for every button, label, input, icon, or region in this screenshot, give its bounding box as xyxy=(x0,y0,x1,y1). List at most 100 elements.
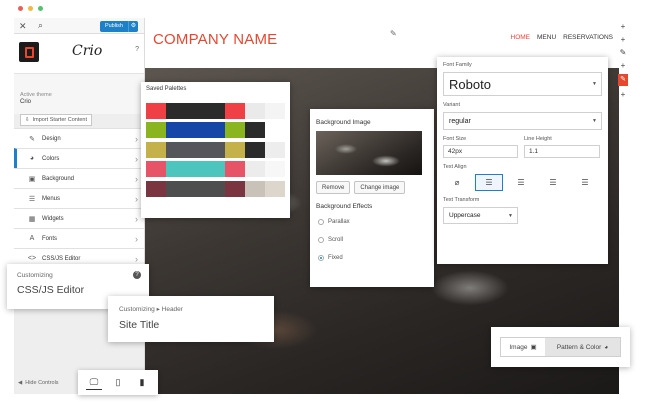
palette-row[interactable] xyxy=(146,122,286,138)
publish-button[interactable]: Publish ⚙ xyxy=(99,21,138,32)
font-size-group: Font Size 42px xyxy=(443,136,518,158)
color-swatch xyxy=(265,161,286,177)
color-swatch xyxy=(265,122,286,138)
site-title[interactable]: COMPANY NAME xyxy=(153,31,277,48)
sidebar-item-label: Menus xyxy=(42,195,61,202)
desktop-icon[interactable]: 🖵 xyxy=(86,375,102,390)
design-icon: ✎ xyxy=(29,135,35,143)
nav-home[interactable]: HOME xyxy=(511,34,531,41)
variant-select[interactable]: regular ▼ xyxy=(443,112,602,130)
change-image-button[interactable]: Change image xyxy=(354,181,406,194)
radio-fixed[interactable]: Fixed xyxy=(316,249,428,267)
palette-row[interactable] xyxy=(146,180,286,197)
color-swatch xyxy=(245,122,266,138)
text-align-group: ⌀ ☰ ☰ ☰ ☰ xyxy=(443,174,602,191)
align-clear-icon[interactable]: ⌀ xyxy=(443,174,471,191)
device-preview-bar: 🖵 ▯ ▮ xyxy=(78,370,158,395)
color-swatch xyxy=(225,180,246,197)
color-swatch xyxy=(194,102,226,119)
add-section-icon[interactable]: + xyxy=(621,35,626,44)
sidebar-item-widgets[interactable]: ▦ Widgets › xyxy=(14,208,144,228)
remove-button[interactable]: Remove xyxy=(316,181,351,194)
palette-row[interactable] xyxy=(146,102,286,119)
background-type-toggle: Image ▣ Pattern & Color ◕ xyxy=(500,337,621,357)
radio-label: Fixed xyxy=(328,255,343,261)
sidebar-item-background[interactable]: ▣ Background › xyxy=(14,168,144,188)
edit-active-icon[interactable]: ✎ xyxy=(618,74,628,86)
tablet-icon[interactable]: ▯ xyxy=(110,375,126,390)
line-height-input[interactable]: 1.1 xyxy=(524,145,600,158)
nav-menu[interactable]: MENU xyxy=(537,34,556,41)
color-swatch xyxy=(146,180,166,197)
pattern-color-tab[interactable]: Pattern & Color ◕ xyxy=(545,338,620,356)
chevron-right-icon: › xyxy=(135,233,138,244)
color-swatch xyxy=(225,102,246,119)
edit-pencil-icon[interactable]: ✎ xyxy=(390,29,397,38)
palette-row[interactable] xyxy=(146,161,286,177)
sidebar-item-colors[interactable]: ◕ Colors › xyxy=(14,148,144,168)
align-left-icon[interactable]: ☰ xyxy=(475,174,503,191)
text-transform-select[interactable]: Uppercase ▼ xyxy=(443,207,518,224)
radio-button[interactable] xyxy=(318,219,324,225)
help-icon[interactable]: ? xyxy=(133,271,141,279)
window-controls xyxy=(18,6,43,11)
typography-panel: Font Family Roboto ▼ Variant regular ▼ F… xyxy=(437,57,608,264)
palette-row[interactable] xyxy=(146,141,286,158)
color-swatch xyxy=(165,180,195,197)
add-section-icon[interactable]: + xyxy=(621,61,626,70)
align-justify-icon[interactable]: ☰ xyxy=(571,174,599,191)
add-section-icon[interactable]: + xyxy=(621,90,626,99)
color-swatch xyxy=(194,180,226,197)
import-starter-content-button[interactable]: ⇩ Import Starter Content xyxy=(20,114,93,126)
hide-controls-button[interactable]: ◀ Hide Controls xyxy=(18,380,59,386)
color-swatch xyxy=(245,161,266,177)
image-icon: ▣ xyxy=(530,344,537,351)
variant-label: Variant xyxy=(443,102,461,108)
background-image-title: Background Image xyxy=(316,119,371,126)
line-height-label: Line Height xyxy=(524,136,552,142)
color-swatch xyxy=(146,141,166,158)
saved-palettes-panel: Saved Palettes xyxy=(141,82,290,218)
active-theme-value: Crio xyxy=(20,99,32,105)
color-swatch xyxy=(245,141,266,158)
palette-icon: ◕ xyxy=(604,343,609,351)
image-tab[interactable]: Image ▣ xyxy=(501,338,545,356)
active-theme-info: Active theme Crio xyxy=(14,74,144,114)
color-swatch xyxy=(265,180,286,197)
sidebar-item-design[interactable]: ✎ Design › xyxy=(14,128,144,148)
background-image-thumbnail[interactable] xyxy=(316,131,422,175)
font-family-select[interactable]: Roboto ▼ xyxy=(443,72,602,96)
size-height-row: Font Size 42px Line Height 1.1 xyxy=(443,136,602,158)
chevron-right-icon: › xyxy=(135,173,138,184)
color-swatch xyxy=(165,141,195,158)
mobile-icon[interactable]: ▮ xyxy=(134,375,150,390)
text-transform-label: Text Transform xyxy=(443,197,480,203)
color-swatch xyxy=(194,161,226,177)
font-size-input[interactable]: 42px xyxy=(443,145,518,158)
add-section-icon[interactable]: + xyxy=(621,22,626,31)
radio-button[interactable] xyxy=(318,237,324,243)
maximize-window-dot[interactable] xyxy=(38,6,43,11)
close-window-dot[interactable] xyxy=(18,6,23,11)
color-swatch xyxy=(225,122,246,138)
align-right-icon[interactable]: ☰ xyxy=(539,174,567,191)
gear-icon[interactable]: ⚙ xyxy=(128,21,138,32)
radio-button-selected[interactable] xyxy=(318,255,324,261)
search-icon[interactable]: ⌕ xyxy=(38,20,43,31)
menu-icon: ☰ xyxy=(28,195,36,203)
radio-parallax[interactable]: Parallax xyxy=(316,213,428,231)
close-icon[interactable]: ✕ xyxy=(19,21,27,32)
help-icon[interactable]: ? xyxy=(135,46,139,53)
chevron-down-icon: ▼ xyxy=(508,212,513,219)
align-center-icon[interactable]: ☰ xyxy=(507,174,535,191)
sidebar-item-fonts[interactable]: A Fonts › xyxy=(14,228,144,248)
sidebar-item-menus[interactable]: ☰ Menus › xyxy=(14,188,144,208)
radio-scroll[interactable]: Scroll xyxy=(316,231,428,249)
nav-reservations[interactable]: RESERVATIONS xyxy=(563,34,613,41)
edit-pencil-icon[interactable]: ✎ xyxy=(620,48,627,57)
customizing-section-title: CSS/JS Editor xyxy=(17,284,85,296)
customizing-header-card[interactable]: Customizing ▸ Header Site Title xyxy=(108,296,274,342)
minimize-window-dot[interactable] xyxy=(28,6,33,11)
color-swatch xyxy=(225,161,246,177)
line-height-group: Line Height 1.1 xyxy=(524,136,600,158)
